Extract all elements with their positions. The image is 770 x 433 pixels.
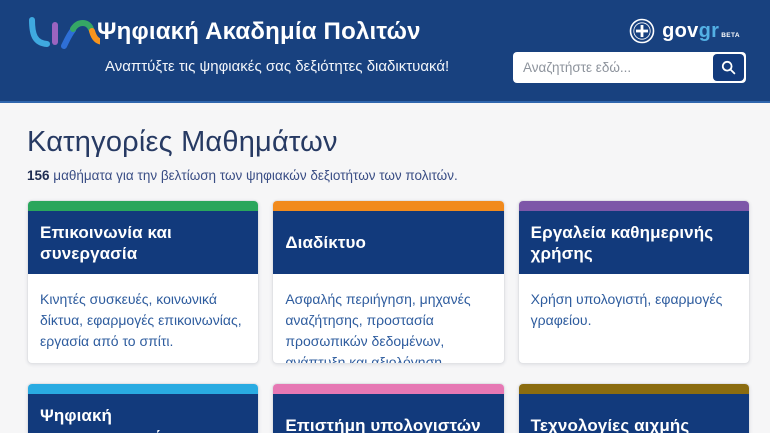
- card-accent-bar: [273, 201, 504, 211]
- card-title: Διαδίκτυο: [273, 211, 504, 274]
- search-bar: [513, 52, 746, 83]
- card-accent-bar: [28, 201, 259, 211]
- card-title: Εργαλεία καθημερινής χρήσης: [518, 211, 749, 274]
- card-title: Επικοινωνία και συνεργασία: [28, 211, 259, 274]
- lessons-text: μαθήματα για την βελτίωση των ψηφιακών δ…: [53, 168, 458, 183]
- category-card-everyday-tools[interactable]: Εργαλεία καθημερινής χρήσης Χρήση υπολογ…: [517, 200, 750, 364]
- card-accent-bar: [518, 384, 749, 394]
- card-accent-bar: [273, 384, 504, 394]
- govgr-logo[interactable]: gov gr BETA: [629, 18, 740, 44]
- category-cards-grid: Επικοινωνία και συνεργασία Κινητές συσκε…: [27, 200, 750, 433]
- category-card-internet[interactable]: Διαδίκτυο Ασφαλής περιήγηση, μηχανές ανα…: [272, 200, 505, 364]
- site-header: Ψηφιακή Ακαδημία Πολιτών Αναπτύξτε τις ψ…: [0, 0, 770, 103]
- card-description: Ασφαλής περιήγηση, μηχανές αναζήτησης, π…: [285, 291, 471, 364]
- category-card-communication[interactable]: Επικοινωνία και συνεργασία Κινητές συσκε…: [27, 200, 260, 364]
- govgr-beta-badge: BETA: [721, 31, 740, 39]
- card-title: Επιστήμη υπολογιστών: [273, 394, 504, 433]
- card-title: Τεχνολογίες αιχμής: [518, 394, 749, 433]
- category-card-cutting-edge-tech[interactable]: Τεχνολογίες αιχμής: [517, 383, 750, 433]
- academy-logo-icon[interactable]: [24, 13, 100, 55]
- search-icon: [721, 60, 736, 75]
- card-accent-bar: [518, 201, 749, 211]
- search-input[interactable]: [515, 60, 713, 75]
- govgr-emblem-icon: [629, 18, 655, 44]
- govgr-gov-text: gov: [662, 19, 699, 42]
- categories-heading: Κατηγορίες Μαθημάτων: [27, 126, 338, 158]
- card-description: Χρήση υπολογιστή, εφαρμογές γραφείου.: [530, 291, 723, 328]
- category-card-digital-entrepreneurship[interactable]: Ψηφιακή επιχειρηματικότητα: [27, 383, 260, 433]
- card-accent-bar: [28, 384, 259, 394]
- card-title: Ψηφιακή επιχειρηματικότητα: [28, 394, 259, 433]
- main-content: Κατηγορίες Μαθημάτων 156 μαθήματα για τη…: [0, 126, 770, 433]
- lessons-summary: 156 μαθήματα για την βελτίωση των ψηφιακ…: [27, 168, 750, 183]
- page-subtitle: Αναπτύξτε τις ψηφιακές σας δεξιότητες δι…: [105, 58, 450, 75]
- page-title: Ψηφιακή Ακαδημία Πολιτών: [97, 18, 421, 45]
- govgr-gr-text: gr: [698, 19, 720, 42]
- search-button[interactable]: [713, 54, 744, 81]
- lessons-count: 156: [27, 168, 50, 183]
- category-card-computer-science[interactable]: Επιστήμη υπολογιστών: [272, 383, 505, 433]
- card-description: Κινητές συσκευές, κοινωνικά δίκτυα, εφαρ…: [40, 291, 242, 349]
